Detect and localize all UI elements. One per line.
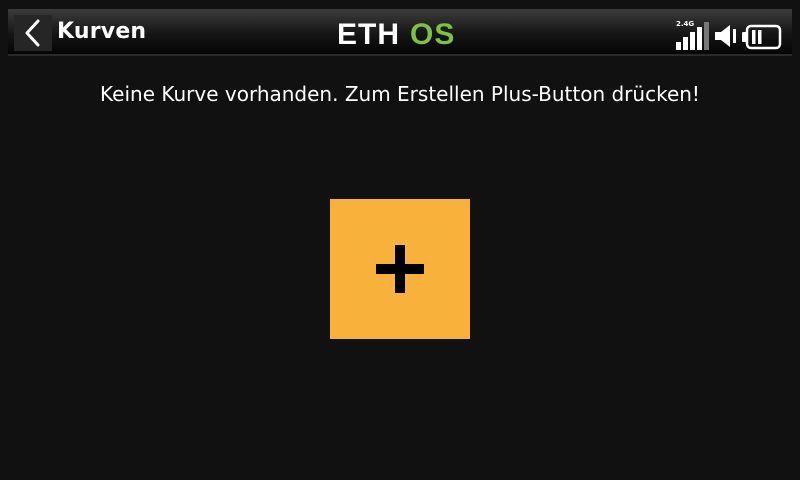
battery-icon	[742, 24, 782, 50]
screen: Kurven ETH OS 2.4G Keine Kurve vorhanden…	[0, 0, 800, 480]
add-curve-button[interactable]	[330, 199, 470, 339]
page-title: Kurven	[57, 19, 147, 44]
ethos-logo: ETH OS	[337, 18, 455, 48]
rf-signal: 2.4G	[676, 20, 710, 50]
logo-text-green: OS	[410, 18, 455, 48]
back-button[interactable]	[14, 15, 52, 51]
logo-text-white: ETH	[337, 18, 400, 48]
speaker-icon	[715, 25, 736, 47]
top-bar: Kurven ETH OS 2.4G	[8, 9, 792, 56]
status-icons: 2.4G	[676, 18, 782, 50]
signal-strength-icon	[676, 22, 709, 50]
chevron-left-icon	[25, 19, 40, 47]
plus-icon	[376, 245, 424, 293]
empty-state-message: Keine Kurve vorhanden. Zum Erstellen Plu…	[100, 82, 700, 106]
